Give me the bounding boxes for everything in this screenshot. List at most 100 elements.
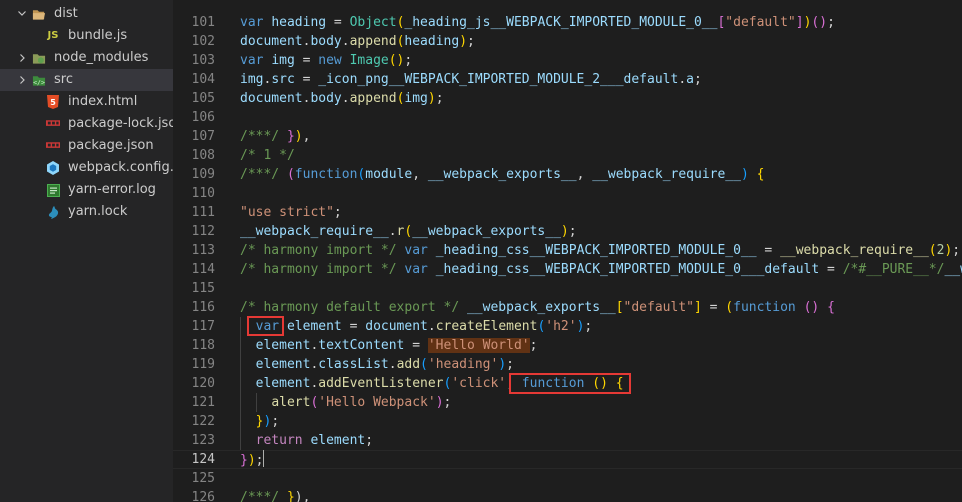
code-token: /*#__PURE__*/	[842, 262, 945, 277]
explorer-item-yarn-error-log[interactable]: yarn-error.log	[0, 179, 173, 201]
line-number: 120	[191, 376, 215, 391]
code-line[interactable]: element.textContent = 'Hello World';	[240, 336, 537, 355]
code-line[interactable]: var element = document.createElement('h2…	[240, 317, 593, 336]
line-number: 116	[191, 300, 215, 315]
explorer-item-dist[interactable]: dist	[0, 3, 173, 25]
code-token: classList	[318, 357, 389, 372]
annotation-box-function	[509, 373, 631, 394]
code-token: src	[271, 72, 295, 87]
explorer-item-webpack-config-js[interactable]: webpack.config.js	[0, 157, 173, 179]
code-token: element	[255, 376, 311, 391]
code-token: element	[310, 433, 366, 448]
code-token: _heading_css__WEBPACK_IMPORTED_MODULE_0_…	[435, 243, 757, 258]
code-token: "use strict"	[240, 205, 334, 220]
code-token: body	[310, 91, 342, 106]
chevron-right-icon[interactable]	[16, 47, 28, 69]
code-line[interactable]: });	[240, 450, 265, 469]
code-token: ;	[952, 243, 961, 258]
code-line[interactable]: /* 1 */	[240, 146, 295, 165]
code-token: var	[404, 243, 428, 258]
explorer-item-yarn-lock[interactable]: yarn.lock	[0, 201, 173, 223]
code-token: )	[498, 357, 507, 372]
code-line[interactable]: img. src = _icon_png__WEBPACK_IMPORTED_MO…	[240, 70, 702, 89]
code-line[interactable]: });	[240, 412, 279, 431]
code-line[interactable]: /* harmony default export */ __webpack_e…	[240, 298, 835, 317]
code-token: _heading_js__WEBPACK_IMPORTED_MODULE_0__	[404, 15, 718, 30]
code-token: __webpack_require__	[592, 167, 741, 182]
code-token: =	[294, 53, 319, 68]
code-token: 'Hello Webpack'	[318, 395, 436, 410]
line-number: 111	[191, 205, 215, 220]
line-number: 126	[191, 490, 215, 502]
chevron-right-icon[interactable]	[16, 69, 28, 91]
svg-text:5: 5	[50, 98, 56, 107]
code-token: ]	[693, 300, 702, 315]
code-token: }	[286, 490, 295, 502]
code-token: img	[404, 91, 428, 106]
annotation-box-var	[247, 316, 284, 336]
chevron-down-icon[interactable]	[16, 3, 28, 25]
code-token: }	[286, 129, 295, 144]
code-token: "default"	[623, 300, 694, 315]
code-token: }	[240, 453, 248, 468]
code-token: )	[427, 91, 436, 106]
code-line[interactable]: document.body.append(heading);	[240, 32, 475, 51]
explorer-item-index-html[interactable]: 5 index.html	[0, 91, 173, 113]
code-token: ;	[529, 338, 538, 353]
line-number: 103	[191, 53, 215, 68]
explorer-item-package-lock-json[interactable]: package-lock.json	[0, 113, 173, 135]
code-token: ]	[795, 15, 804, 30]
explorer-item-package-json[interactable]: package.json	[0, 135, 173, 157]
explorer-item-label: node_modules	[54, 50, 149, 65]
code-token: 'click'	[451, 376, 507, 391]
code-token: __webpack_exports__	[427, 167, 577, 182]
code-token: ),	[294, 490, 311, 502]
code-line[interactable]: return element;	[240, 431, 373, 450]
code-line[interactable]: element.classList.add('heading');	[240, 355, 514, 374]
code-line[interactable]: "use strict";	[240, 203, 342, 222]
text-cursor	[263, 450, 265, 467]
code-token: =	[819, 262, 843, 277]
code-line[interactable]: /***/ }),	[240, 127, 310, 146]
explorer-item-node-modules[interactable]: node_modules	[0, 47, 173, 69]
code-line[interactable]: var heading = Object(_heading_js__WEBPAC…	[240, 13, 835, 32]
code-token: )	[247, 453, 256, 468]
code-token: 'h2'	[545, 319, 577, 334]
code-token: addEventListener	[318, 376, 444, 391]
code-token: )	[740, 167, 749, 182]
code-line[interactable]: alert('Hello Webpack');	[240, 393, 451, 412]
code-line[interactable]: /***/ (function(module, __webpack_export…	[240, 165, 764, 184]
code-line[interactable]: /* harmony import */ var _heading_css__W…	[240, 241, 960, 260]
code-token: document	[365, 319, 428, 334]
code-line[interactable]: document.body.append(img);	[240, 89, 444, 108]
code-token: 'Hello World'	[427, 338, 530, 353]
code-line[interactable]: __webpack_require__.r(__webpack_exports_…	[240, 222, 577, 241]
js-file-icon: JS	[46, 29, 60, 43]
code-token: ()	[388, 53, 405, 68]
explorer-item-src[interactable]: </> src	[0, 69, 173, 91]
code-token: .	[388, 224, 397, 239]
code-line[interactable]: /***/ }),	[240, 488, 310, 502]
code-editor[interactable]: 101 102 103 104 105 106 107 108 109 110 111 112 113 1…	[173, 0, 962, 502]
code-token: var	[404, 262, 428, 277]
explorer-item-label: yarn.lock	[68, 204, 128, 219]
line-number: 110	[191, 186, 215, 201]
code-token: ,	[576, 167, 593, 182]
explorer-item-bundle-js[interactable]: JS bundle.js	[0, 25, 173, 47]
line-number: 102	[191, 34, 215, 49]
explorer-item-label: index.html	[68, 94, 138, 109]
line-number: 108	[191, 148, 215, 163]
code-line[interactable]: /* harmony import */ var _heading_css__W…	[240, 260, 962, 279]
code-token: alert	[271, 395, 311, 410]
code-line[interactable]: var img = new Image();	[240, 51, 412, 70]
code-token: {	[827, 300, 835, 315]
code-token: )	[560, 224, 569, 239]
code-token: _heading_css__WEBPACK_IMPORTED_MODULE_0_…	[435, 262, 820, 277]
code-token: (	[286, 167, 295, 182]
code-token: ;	[333, 205, 342, 220]
code-token: add	[396, 357, 421, 372]
